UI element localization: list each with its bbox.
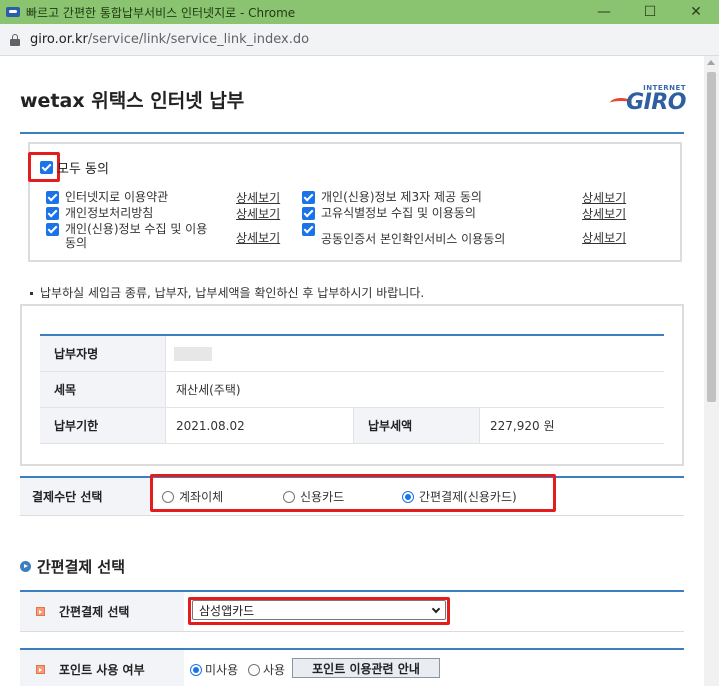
term-checkbox[interactable] [302, 223, 315, 236]
lock-icon [10, 33, 20, 46]
easy-pay-select-value: 삼성앱카드 [199, 603, 255, 618]
term-label: 공동인증서 본인확인서비스 이용동의 [321, 232, 506, 246]
radio-button[interactable] [248, 663, 260, 676]
table-row: 납부자명 [40, 336, 664, 372]
radio-bank-transfer[interactable]: 계좌이체 [162, 488, 223, 505]
bullet-icon [30, 292, 33, 295]
radio-button[interactable] [162, 490, 174, 503]
giro-logo: INTERNET GIRO [610, 84, 686, 115]
vertical-scrollbar[interactable] [704, 56, 719, 686]
arrow-bullet-icon [36, 665, 45, 674]
radio-point-unused[interactable]: 미사용 [190, 661, 238, 678]
url-path: /service/link/service_link_index.do [87, 32, 310, 47]
term-item[interactable]: 인터넷지로 이용약관 [46, 190, 207, 206]
logo-big-text: GIRO [626, 90, 686, 115]
term-label: 개인정보처리방침 [65, 206, 154, 220]
circle-arrow-icon [20, 561, 31, 572]
tax-info-box: 납부자명 세목 재산세(주택) 납부기한 2021.08.02 납부세액 227… [20, 304, 684, 466]
term-item[interactable]: 공동인증서 본인확인서비스 이용동의 [302, 222, 505, 252]
close-button[interactable]: ✕ [673, 0, 719, 24]
term-detail-link[interactable]: 상세보기 [582, 229, 626, 246]
terms-right-column: 개인(신용)정보 제3자 제공 동의 고유식별정보 수집 및 이용동의 공동인증… [302, 190, 505, 252]
url-text[interactable]: giro.or.kr/service/link/service_link_ind… [30, 32, 309, 47]
window-title: 빠르고 간편한 통합납부서비스 인터넷지로 - Chrome [26, 5, 296, 20]
scrollbar-thumb[interactable] [707, 72, 716, 402]
minimize-button[interactable]: — [581, 0, 627, 24]
tax-item-value: 재산세(주택) [176, 383, 241, 397]
term-item[interactable]: 개인(신용)정보 수집 및 이용 동의 [46, 222, 207, 252]
radio-point-used[interactable]: 사용 [248, 661, 285, 678]
terms-left-column: 인터넷지로 이용약관 개인정보처리방침 개인(신용)정보 수집 및 이용 동의 [46, 190, 207, 252]
due-date-value: 2021.08.02 [166, 408, 354, 443]
payer-name-label: 납부자명 [40, 336, 166, 371]
term-detail-link[interactable]: 상세보기 [236, 189, 280, 206]
term-item[interactable]: 개인(신용)정보 제3자 제공 동의 [302, 190, 505, 206]
term-checkbox[interactable] [302, 191, 315, 204]
due-date-label: 납부기한 [40, 408, 166, 443]
term-item[interactable]: 고유식별정보 수집 및 이용동의 [302, 206, 505, 222]
tax-info-table: 납부자명 세목 재산세(주택) 납부기한 2021.08.02 납부세액 227… [40, 334, 664, 444]
term-detail-link[interactable]: 상세보기 [582, 189, 626, 206]
notice-text: 납부하실 세입금 종류, 납부자, 납부세액을 확인하신 후 납부하시기 바랍니… [30, 284, 424, 301]
table-row: 납부기한 2021.08.02 납부세액 227,920 원 [40, 408, 664, 444]
radio-credit-card[interactable]: 신용카드 [283, 488, 344, 505]
window-controls: — ☐ ✕ [581, 0, 719, 24]
radio-button[interactable] [283, 490, 295, 503]
agree-all-checkbox[interactable] [40, 161, 53, 174]
table-row: 세목 재산세(주택) [40, 372, 664, 408]
chevron-down-icon [431, 604, 441, 614]
agree-all-label: 모두 동의 [57, 162, 109, 177]
maximize-button[interactable]: ☐ [627, 0, 673, 24]
arrow-bullet-icon [36, 607, 45, 616]
easy-pay-select[interactable]: 삼성앱카드 [192, 600, 446, 620]
easy-pay-section-title: 간편결제 선택 [20, 556, 125, 577]
radio-button-selected[interactable] [190, 663, 202, 676]
payment-method-label: 결제수단 선택 [20, 478, 150, 515]
masked-name [174, 346, 212, 361]
agree-all[interactable]: 모두 동의 [40, 158, 109, 177]
page-content: wetax 위택스 인터넷 납부 INTERNET GIRO 모두 동의 인터넷… [0, 56, 704, 686]
agreement-box: 모두 동의 인터넷지로 이용약관 개인정보처리방침 개인(신용)정보 수집 및 … [28, 142, 682, 262]
tax-item-label: 세목 [40, 372, 166, 407]
payer-name-value [166, 336, 212, 371]
term-detail-link[interactable]: 상세보기 [582, 205, 626, 222]
scroll-up-arrow-icon[interactable] [707, 60, 715, 65]
term-checkbox[interactable] [46, 207, 59, 220]
term-checkbox[interactable] [46, 191, 59, 204]
radio-button-selected[interactable] [402, 490, 414, 503]
term-label: 개인(신용)정보 수집 및 이용 동의 [65, 222, 208, 250]
term-detail-link[interactable]: 상세보기 [236, 205, 280, 222]
term-label: 개인(신용)정보 제3자 제공 동의 [321, 190, 482, 204]
point-info-button[interactable]: 포인트 이용관련 안내 [292, 658, 440, 678]
tax-amount-label: 납부세액 [354, 408, 480, 443]
window-titlebar: 빠르고 간편한 통합납부서비스 인터넷지로 - Chrome — ☐ ✕ [0, 0, 719, 24]
term-item[interactable]: 개인정보처리방침 [46, 206, 207, 222]
header-divider [20, 132, 684, 134]
giro-favicon-icon [6, 7, 20, 17]
point-use-label: 포인트 사용 여부 [20, 650, 184, 686]
term-label: 인터넷지로 이용약관 [65, 190, 169, 204]
easy-pay-select-label: 간편결제 선택 [20, 592, 184, 631]
radio-easy-pay[interactable]: 간편결제(신용카드) [402, 488, 517, 505]
tax-amount-value: 227,920 원 [490, 419, 555, 433]
page-title: wetax 위택스 인터넷 납부 [20, 90, 245, 112]
url-host: giro.or.kr [30, 32, 88, 47]
term-checkbox[interactable] [302, 207, 315, 220]
address-bar[interactable]: giro.or.kr/service/link/service_link_ind… [0, 24, 719, 56]
term-checkbox[interactable] [46, 223, 59, 236]
term-label: 고유식별정보 수집 및 이용동의 [321, 206, 476, 220]
term-detail-link[interactable]: 상세보기 [236, 229, 280, 246]
